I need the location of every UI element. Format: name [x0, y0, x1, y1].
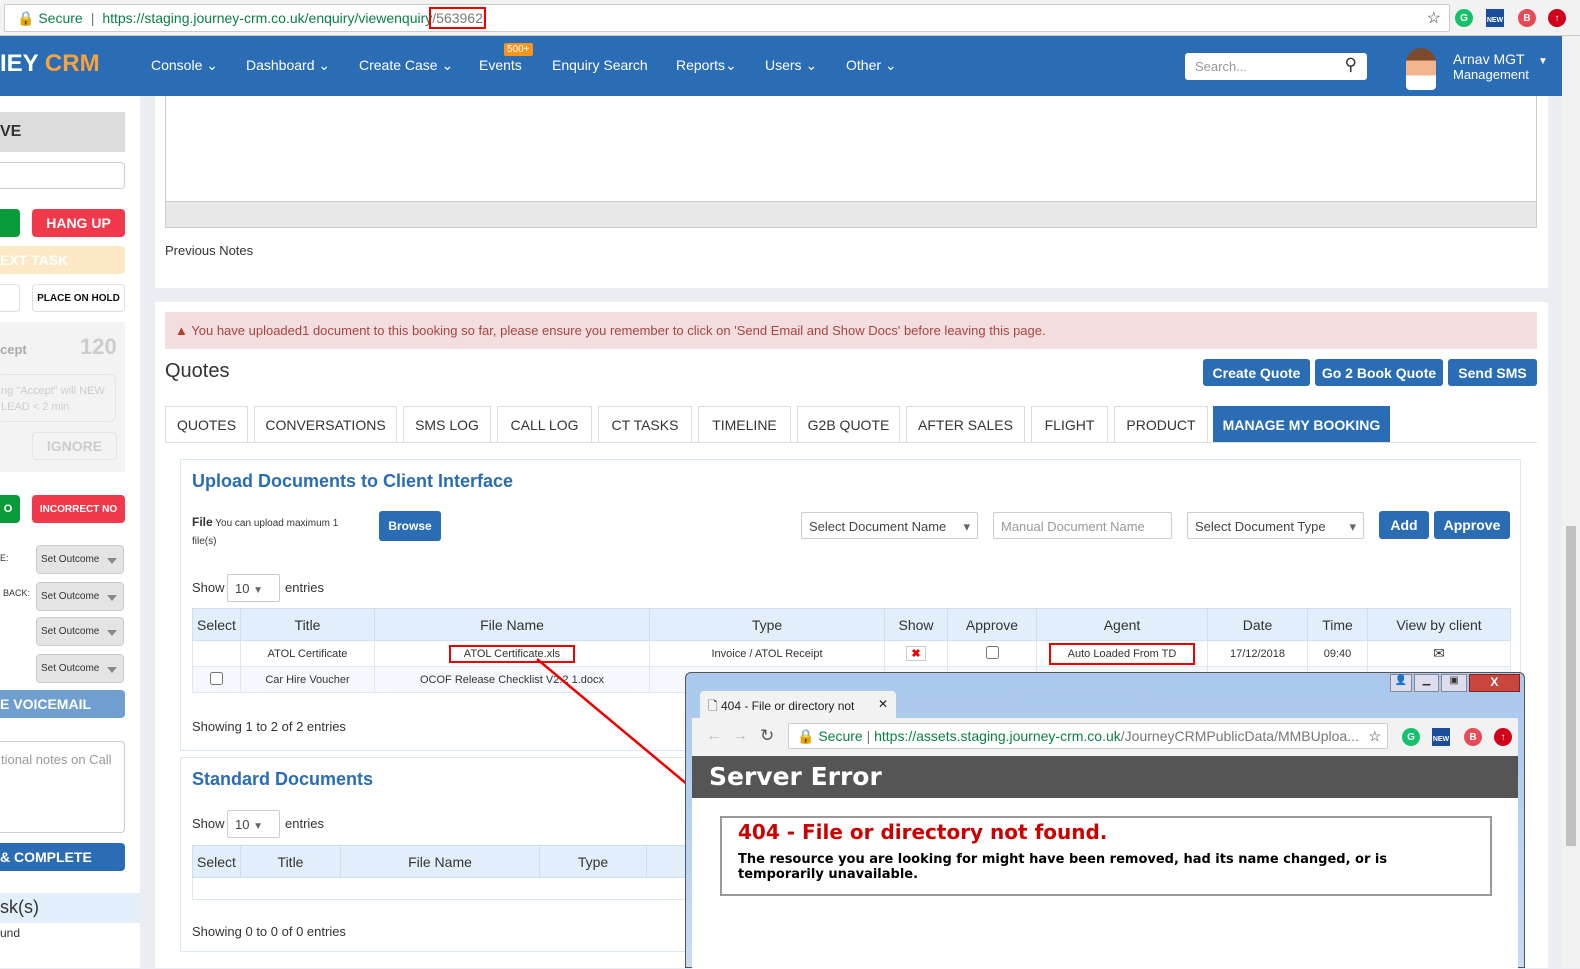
scrollbar[interactable] [1562, 36, 1580, 968]
popup-address-bar[interactable]: 🔒 Secure | https://assets.staging.journe… [788, 723, 1388, 749]
grammarly-icon[interactable]: G [1402, 728, 1420, 746]
minimize-icon[interactable]: ▁ [1413, 674, 1440, 692]
star-icon: ☆ [1368, 728, 1381, 744]
reload-icon[interactable]: ↻ [760, 726, 774, 746]
error-box: 404 - File or directory not found. The r… [720, 816, 1492, 896]
server-error-header: Server Error [692, 756, 1518, 798]
popup-tab[interactable]: 🗋 404 - File or directory not ✕ [700, 691, 896, 718]
news-extension-icon[interactable]: NEW [1432, 728, 1450, 746]
user-icon[interactable]: 👤 [1390, 674, 1412, 692]
close-window-icon[interactable]: X [1468, 674, 1520, 692]
back-icon[interactable]: ← [706, 727, 722, 745]
error-browser-window: 👤 ▁ ▣ X 🗋 404 - File or directory not ✕ … [685, 672, 1525, 969]
error-message: The resource you are looking for might h… [738, 852, 1388, 882]
forward-icon[interactable]: → [732, 727, 748, 745]
error-page: Server Error 404 - File or directory not… [692, 756, 1518, 969]
popup-toolbar: ← → ↻ 🔒 Secure | https://assets.staging.… [692, 718, 1518, 756]
maximize-icon[interactable]: ▣ [1441, 674, 1467, 692]
upload-extension-icon[interactable]: ↑ [1494, 728, 1512, 746]
error-title: 404 - File or directory not found. [738, 820, 1108, 844]
close-tab-icon[interactable]: ✕ [878, 697, 888, 711]
extension-icon[interactable]: B [1464, 728, 1482, 746]
page-icon: 🗋 [708, 699, 718, 713]
window-controls: 👤 ▁ ▣ X [1390, 674, 1520, 692]
